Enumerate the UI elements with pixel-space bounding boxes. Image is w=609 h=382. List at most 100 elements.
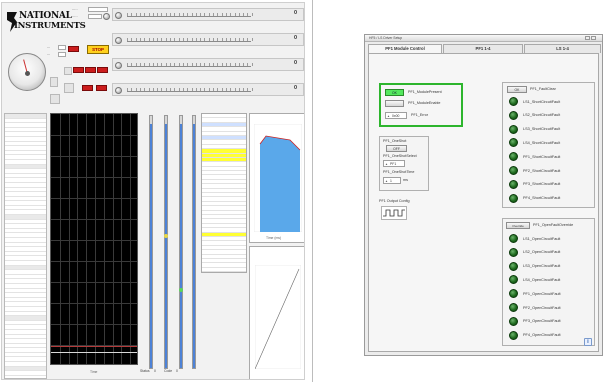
slider-tick xyxy=(195,88,197,91)
grid-line xyxy=(51,240,137,241)
small-control[interactable] xyxy=(50,94,60,104)
small-toggle[interactable] xyxy=(64,67,72,75)
gauge-hub xyxy=(25,71,30,76)
top-field-2[interactable] xyxy=(88,14,102,19)
slider-tick xyxy=(217,88,218,91)
open-fault-override-button[interactable]: Override xyxy=(506,222,530,229)
slider-tick xyxy=(131,38,132,41)
slider-tick xyxy=(135,38,137,41)
window-title: HF5 / LS Driver Setup xyxy=(365,35,602,42)
slider-knob[interactable] xyxy=(115,87,122,94)
mode-field[interactable] xyxy=(58,52,66,57)
slider-row-1[interactable]: 0 xyxy=(112,8,304,21)
led-label: PF4_ShortCircuitFault xyxy=(523,196,561,201)
grid-line xyxy=(103,114,105,364)
level-bar xyxy=(149,115,153,369)
ctrl-label: ····· xyxy=(72,8,78,12)
signal-list[interactable] xyxy=(4,113,47,379)
slider-knob[interactable] xyxy=(115,37,122,44)
small-control[interactable] xyxy=(50,77,58,87)
minimize-button[interactable] xyxy=(585,36,590,40)
slider-row-2[interactable]: 0 xyxy=(112,33,304,46)
slider-tick xyxy=(165,13,167,16)
xy-plot xyxy=(255,265,301,369)
square-wave-icon xyxy=(383,209,405,217)
grid-line xyxy=(51,282,137,283)
slider-tick xyxy=(170,38,171,41)
status-led xyxy=(509,179,518,189)
grid-line xyxy=(68,114,70,364)
stop-button[interactable]: STOP xyxy=(87,45,109,54)
slider-tick xyxy=(165,63,167,66)
waveform-graph[interactable] xyxy=(50,113,138,365)
module-present-button[interactable]: OK xyxy=(385,89,404,96)
waveform-trace xyxy=(51,346,137,347)
numeric-increment-icon[interactable]: ▲ xyxy=(385,161,388,167)
red-button[interactable] xyxy=(82,85,93,91)
red-button[interactable] xyxy=(96,85,107,91)
one-shot-select[interactable]: ▲ PF1 xyxy=(383,160,405,167)
top-field-1[interactable] xyxy=(88,7,108,12)
slider-tick xyxy=(251,88,253,91)
one-shot-time[interactable]: ▲ 1 xyxy=(383,177,401,184)
led-label: PF2_OpenCircuitFault xyxy=(523,305,561,310)
slider-tick xyxy=(238,38,240,41)
slider-tick xyxy=(200,88,201,91)
tab-ls-1-4[interactable]: LS 1-4 xyxy=(524,44,601,53)
slider-row-3[interactable]: 0 xyxy=(112,58,304,71)
slider-tick xyxy=(148,88,150,91)
driver-setup-window: HF5 / LS Driver Setup PF1 Module Control… xyxy=(364,34,603,356)
small-control[interactable] xyxy=(64,83,74,93)
fault-clear-button[interactable]: OK xyxy=(507,86,527,93)
graph-x-label: Time xyxy=(90,370,98,374)
slider-tick xyxy=(157,63,158,66)
module-enable-button[interactable] xyxy=(385,100,404,107)
error-field[interactable]: ▲ 0x00 xyxy=(385,112,407,119)
led-label: LS3_OpenCircuitFault xyxy=(523,264,561,269)
red-button[interactable] xyxy=(68,46,79,52)
slider-tick xyxy=(247,63,248,66)
led-label: LS1_ShortCircuitFault xyxy=(523,99,561,104)
output-config-label: PF1 Output Config xyxy=(379,199,410,203)
slider-tick xyxy=(213,13,214,16)
slider-tick xyxy=(247,88,248,91)
slider-tick xyxy=(247,13,248,16)
slider-tick xyxy=(139,38,141,41)
red-button[interactable] xyxy=(85,67,96,73)
numeric-increment-icon[interactable]: ▲ xyxy=(385,178,388,184)
grid-line xyxy=(86,114,87,364)
slider-tick xyxy=(170,13,171,16)
slider-tick xyxy=(195,13,197,16)
list-item[interactable] xyxy=(5,371,46,376)
info-icon[interactable]: i xyxy=(584,338,592,346)
mode-field[interactable] xyxy=(58,45,66,50)
top-knob[interactable] xyxy=(103,13,110,20)
slider-tick xyxy=(225,63,227,66)
slider-tick xyxy=(251,63,253,66)
slider-tick xyxy=(161,38,162,41)
slider-tick xyxy=(174,88,175,91)
ni-logo: NATIONAL INSTRUMENTS xyxy=(6,6,86,38)
close-button[interactable] xyxy=(591,36,596,40)
slider-tick xyxy=(135,13,137,16)
slider-tick xyxy=(182,63,184,66)
red-button[interactable] xyxy=(97,67,108,73)
red-button[interactable] xyxy=(73,67,84,73)
grid-line xyxy=(51,261,137,262)
output-config-control[interactable] xyxy=(381,206,407,220)
slider-tick xyxy=(152,88,154,91)
slider-tick xyxy=(144,38,145,41)
slider-knob[interactable] xyxy=(115,62,122,69)
led-label: LS2_OpenCircuitFault xyxy=(523,250,561,255)
status-led xyxy=(509,330,518,340)
grid-line xyxy=(51,198,137,199)
one-shot-group: PF1_OneShot OFF PF1_OneShotSelect ▲ PF1 … xyxy=(379,136,429,191)
led-label: LS3_ShortCircuitFault xyxy=(523,127,561,132)
slider-row-4[interactable]: 0 xyxy=(112,83,304,96)
numeric-increment-icon[interactable]: ▲ xyxy=(387,113,390,119)
one-shot-button[interactable]: OFF xyxy=(386,145,407,152)
slider-tick xyxy=(174,38,175,41)
slider-tick xyxy=(213,38,214,41)
tab-pf1-1-4[interactable]: PF1 1-4 xyxy=(443,44,523,53)
slider-knob[interactable] xyxy=(115,12,122,19)
